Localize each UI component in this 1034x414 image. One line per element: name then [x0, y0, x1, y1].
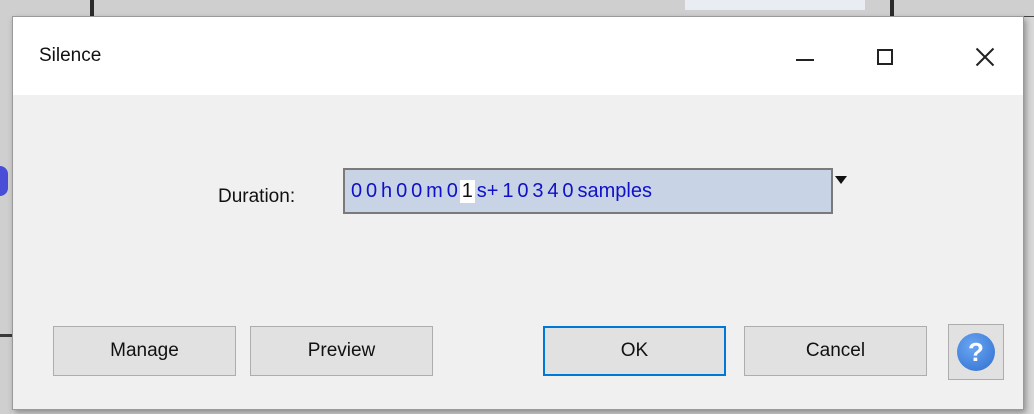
- background-divider: [890, 0, 894, 16]
- duration-time-control[interactable]: 0 0 h 0 0 m 0 1 s+ 1 0 3 4 0 samples: [343, 168, 833, 214]
- silence-dialog: Silence Duration: 0 0 h 0 0 m 0 1 s+ 1 0…: [12, 16, 1024, 410]
- seconds-digit-active[interactable]: 1: [459, 179, 475, 203]
- samples-digit[interactable]: 3: [530, 180, 545, 203]
- minimize-icon: [796, 59, 814, 61]
- help-icon: ?: [957, 333, 995, 371]
- samples-unit: samples: [575, 179, 654, 203]
- samples-digit[interactable]: 4: [545, 180, 560, 203]
- minutes-unit: m: [426, 179, 443, 202]
- cancel-button[interactable]: Cancel: [744, 326, 927, 376]
- maximize-icon: [877, 49, 893, 65]
- background-divider: [90, 0, 94, 16]
- minutes-digit[interactable]: 0: [394, 180, 409, 203]
- format-dropdown-button[interactable]: [833, 168, 849, 192]
- samples-digit[interactable]: 0: [515, 180, 530, 203]
- minimize-button[interactable]: [775, 35, 835, 79]
- help-button[interactable]: ?: [948, 324, 1004, 380]
- manage-button[interactable]: Manage: [53, 326, 236, 376]
- background-line: [0, 334, 12, 337]
- background-region: [685, 0, 865, 10]
- background-app-left: [0, 16, 12, 414]
- hours-unit: h: [381, 179, 393, 202]
- duration-label: Duration:: [218, 186, 296, 207]
- minutes-digit[interactable]: 0: [409, 180, 424, 203]
- close-icon: [975, 47, 995, 67]
- hours-digit[interactable]: 0: [349, 180, 364, 203]
- background-marker: [0, 166, 8, 196]
- hours-digit[interactable]: 0: [364, 180, 379, 203]
- title-bar[interactable]: Silence: [13, 17, 1023, 95]
- seconds-digit[interactable]: 0: [445, 180, 460, 203]
- maximize-button[interactable]: [855, 35, 915, 79]
- dialog-title: Silence: [39, 45, 102, 66]
- ok-button[interactable]: OK: [543, 326, 726, 376]
- samples-digit[interactable]: 0: [560, 180, 575, 203]
- background-app-strip: [0, 0, 1034, 17]
- close-button[interactable]: [955, 35, 1015, 79]
- samples-digit[interactable]: 1: [500, 180, 515, 203]
- dropdown-arrow-icon: [835, 176, 847, 184]
- preview-button[interactable]: Preview: [250, 326, 433, 376]
- seconds-unit: s+: [476, 179, 499, 202]
